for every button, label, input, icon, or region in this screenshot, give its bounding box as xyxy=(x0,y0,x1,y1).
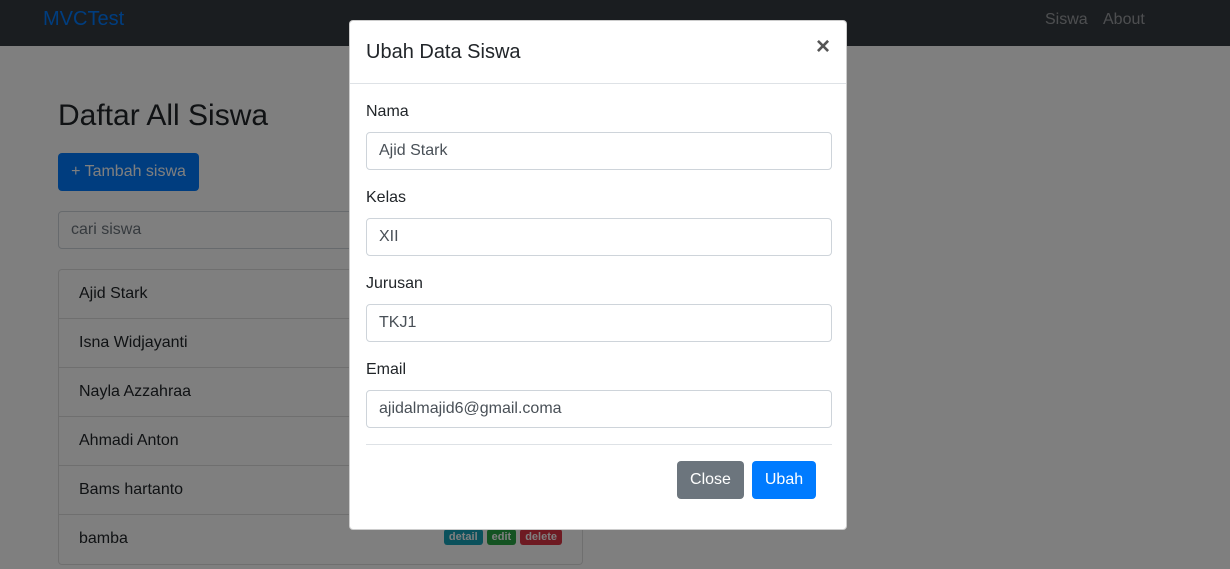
close-icon[interactable]: × xyxy=(816,35,830,59)
nama-label: Nama xyxy=(366,103,409,120)
jurusan-input[interactable]: TKJ1 xyxy=(366,304,832,342)
modal-title: Ubah Data Siswa xyxy=(366,41,521,63)
modal-header: Ubah Data Siswa × xyxy=(350,21,846,84)
kelas-input[interactable]: XII xyxy=(366,218,832,256)
email-input[interactable]: ajidalmajid6@gmail.coma xyxy=(366,390,832,428)
kelas-label: Kelas xyxy=(366,189,407,206)
edit-student-modal: Ubah Data Siswa × Nama Ajid Stark Kelas … xyxy=(349,20,847,530)
modal-divider xyxy=(366,444,832,445)
ubah-button[interactable]: Ubah xyxy=(752,461,816,499)
email-label: Email xyxy=(366,361,407,378)
nama-input[interactable]: Ajid Stark xyxy=(366,132,832,170)
jurusan-label: Jurusan xyxy=(366,275,423,292)
close-button[interactable]: Close xyxy=(677,461,744,499)
